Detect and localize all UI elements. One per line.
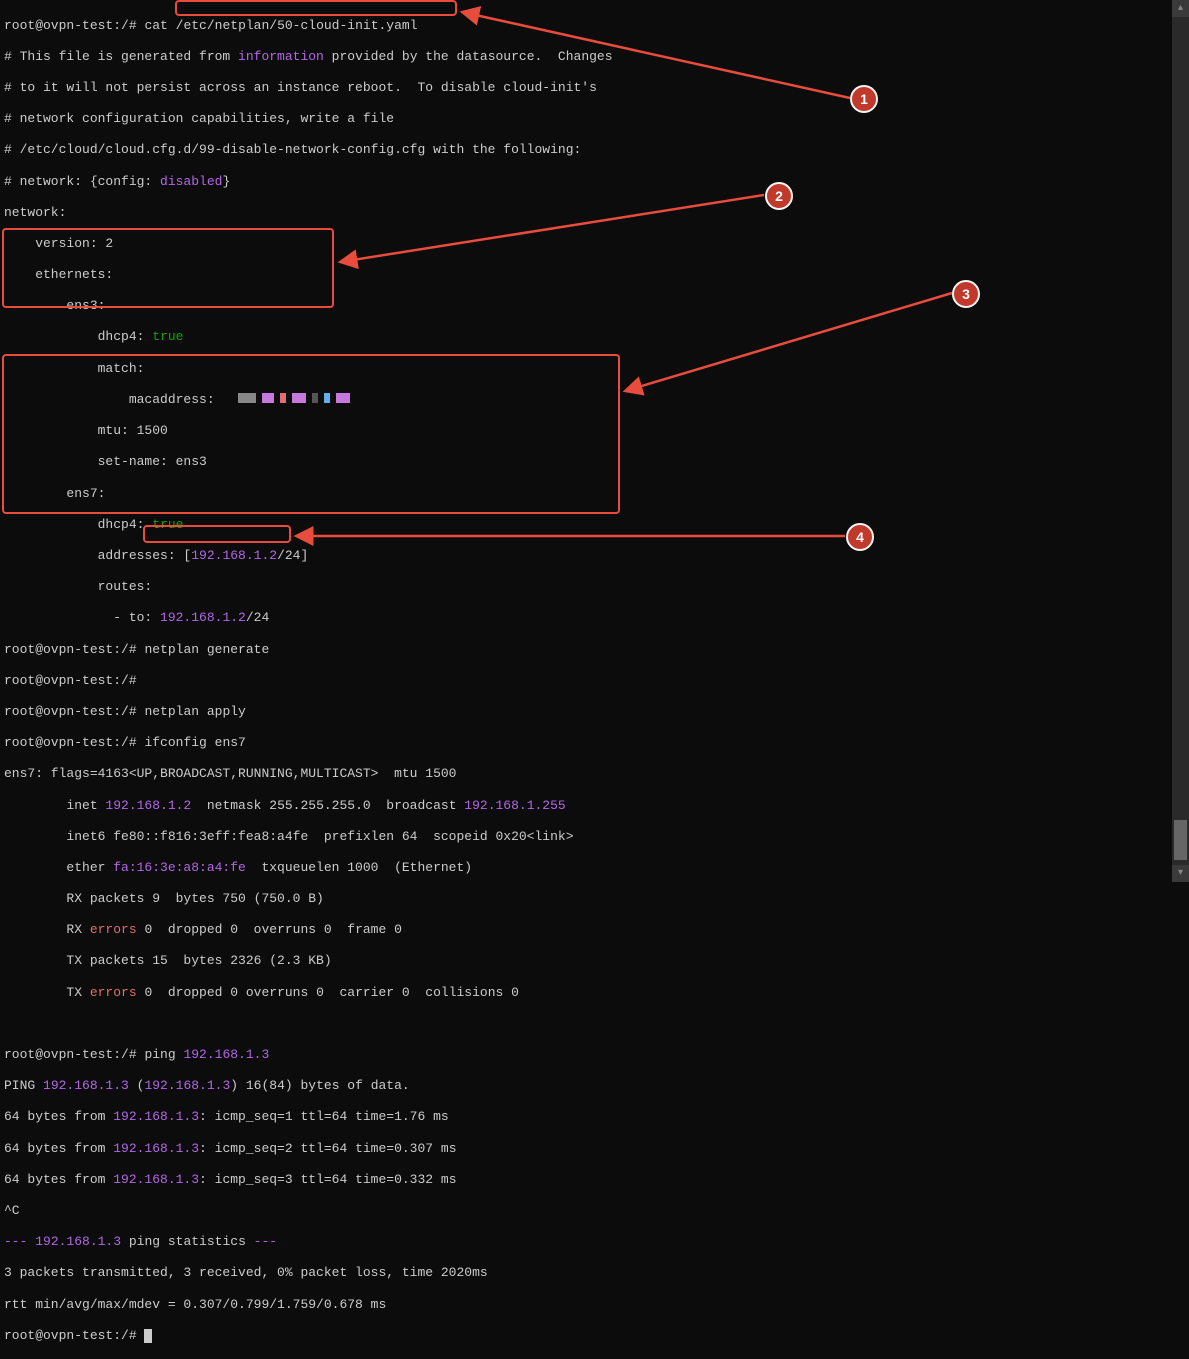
scrollbar[interactable]: ▴ ▾ (1172, 0, 1189, 882)
line: # to it will not persist across an insta… (4, 80, 1168, 96)
line: - to: 192.168.1.2/24 (4, 610, 1168, 626)
line: 64 bytes from 192.168.1.3: icmp_seq=1 tt… (4, 1109, 1168, 1125)
line: ether fa:16:3e:a8:a4:fe txqueuelen 1000 … (4, 860, 1168, 876)
line: root@ovpn-test:/# ping 192.168.1.3 (4, 1047, 1168, 1063)
line: root@ovpn-test:/# netplan apply (4, 704, 1168, 720)
line: macaddress: (4, 392, 1168, 408)
cursor (144, 1329, 152, 1343)
line: mtu: 1500 (4, 423, 1168, 439)
line: TX errors 0 dropped 0 overruns 0 carrier… (4, 985, 1168, 1001)
line: RX packets 9 bytes 750 (750.0 B) (4, 891, 1168, 907)
callout-3: 3 (952, 280, 980, 308)
scroll-down-icon[interactable]: ▾ (1172, 865, 1189, 882)
line: dhcp4: true (4, 329, 1168, 345)
cat-file-path: /etc/netplan/50-cloud-init.yaml (176, 18, 418, 33)
line: ens7: (4, 486, 1168, 502)
terminal-output[interactable]: root@ovpn-test:/# cat /etc/netplan/50-cl… (0, 0, 1172, 882)
line: ^C (4, 1203, 1168, 1219)
line: set-name: ens3 (4, 454, 1168, 470)
line: root@ovpn-test:/# (4, 1328, 1168, 1344)
line: match: (4, 361, 1168, 377)
line: rtt min/avg/max/mdev = 0.307/0.799/1.759… (4, 1297, 1168, 1313)
line: ens3: (4, 298, 1168, 314)
line: root@ovpn-test:/# ifconfig ens7 (4, 735, 1168, 751)
line: PING 192.168.1.3 (192.168.1.3) 16(84) by… (4, 1078, 1168, 1094)
line: 64 bytes from 192.168.1.3: icmp_seq=2 tt… (4, 1141, 1168, 1157)
line: TX packets 15 bytes 2326 (2.3 KB) (4, 953, 1168, 969)
line: RX errors 0 dropped 0 overruns 0 frame 0 (4, 922, 1168, 938)
line: addresses: [192.168.1.2/24] (4, 548, 1168, 564)
line: root@ovpn-test:/# cat /etc/netplan/50-cl… (4, 18, 1168, 34)
line: # This file is generated from informatio… (4, 49, 1168, 65)
line: dhcp4: true (4, 517, 1168, 533)
callout-2: 2 (765, 182, 793, 210)
line: ethernets: (4, 267, 1168, 283)
line: routes: (4, 579, 1168, 595)
line: network: (4, 205, 1168, 221)
line: --- 192.168.1.3 ping statistics --- (4, 1234, 1168, 1250)
callout-4: 4 (846, 523, 874, 551)
line: inet6 fe80::f816:3eff:fea8:a4fe prefixle… (4, 829, 1168, 845)
callout-1: 1 (850, 85, 878, 113)
line: root@ovpn-test:/# (4, 673, 1168, 689)
line: root@ovpn-test:/# netplan generate (4, 642, 1168, 658)
macaddress-redacted (238, 392, 356, 408)
line: # /etc/cloud/cloud.cfg.d/99-disable-netw… (4, 142, 1168, 158)
line: version: 2 (4, 236, 1168, 252)
line: 3 packets transmitted, 3 received, 0% pa… (4, 1265, 1168, 1281)
scroll-thumb[interactable] (1174, 820, 1187, 860)
line: # network configuration capabilities, wr… (4, 111, 1168, 127)
line: ens7: flags=4163<UP,BROADCAST,RUNNING,MU… (4, 766, 1168, 782)
line: inet 192.168.1.2 netmask 255.255.255.0 b… (4, 798, 1168, 814)
scroll-up-icon[interactable]: ▴ (1172, 0, 1189, 17)
line: 64 bytes from 192.168.1.3: icmp_seq=3 tt… (4, 1172, 1168, 1188)
line: # network: {config: disabled} (4, 174, 1168, 190)
line (4, 1016, 1168, 1032)
